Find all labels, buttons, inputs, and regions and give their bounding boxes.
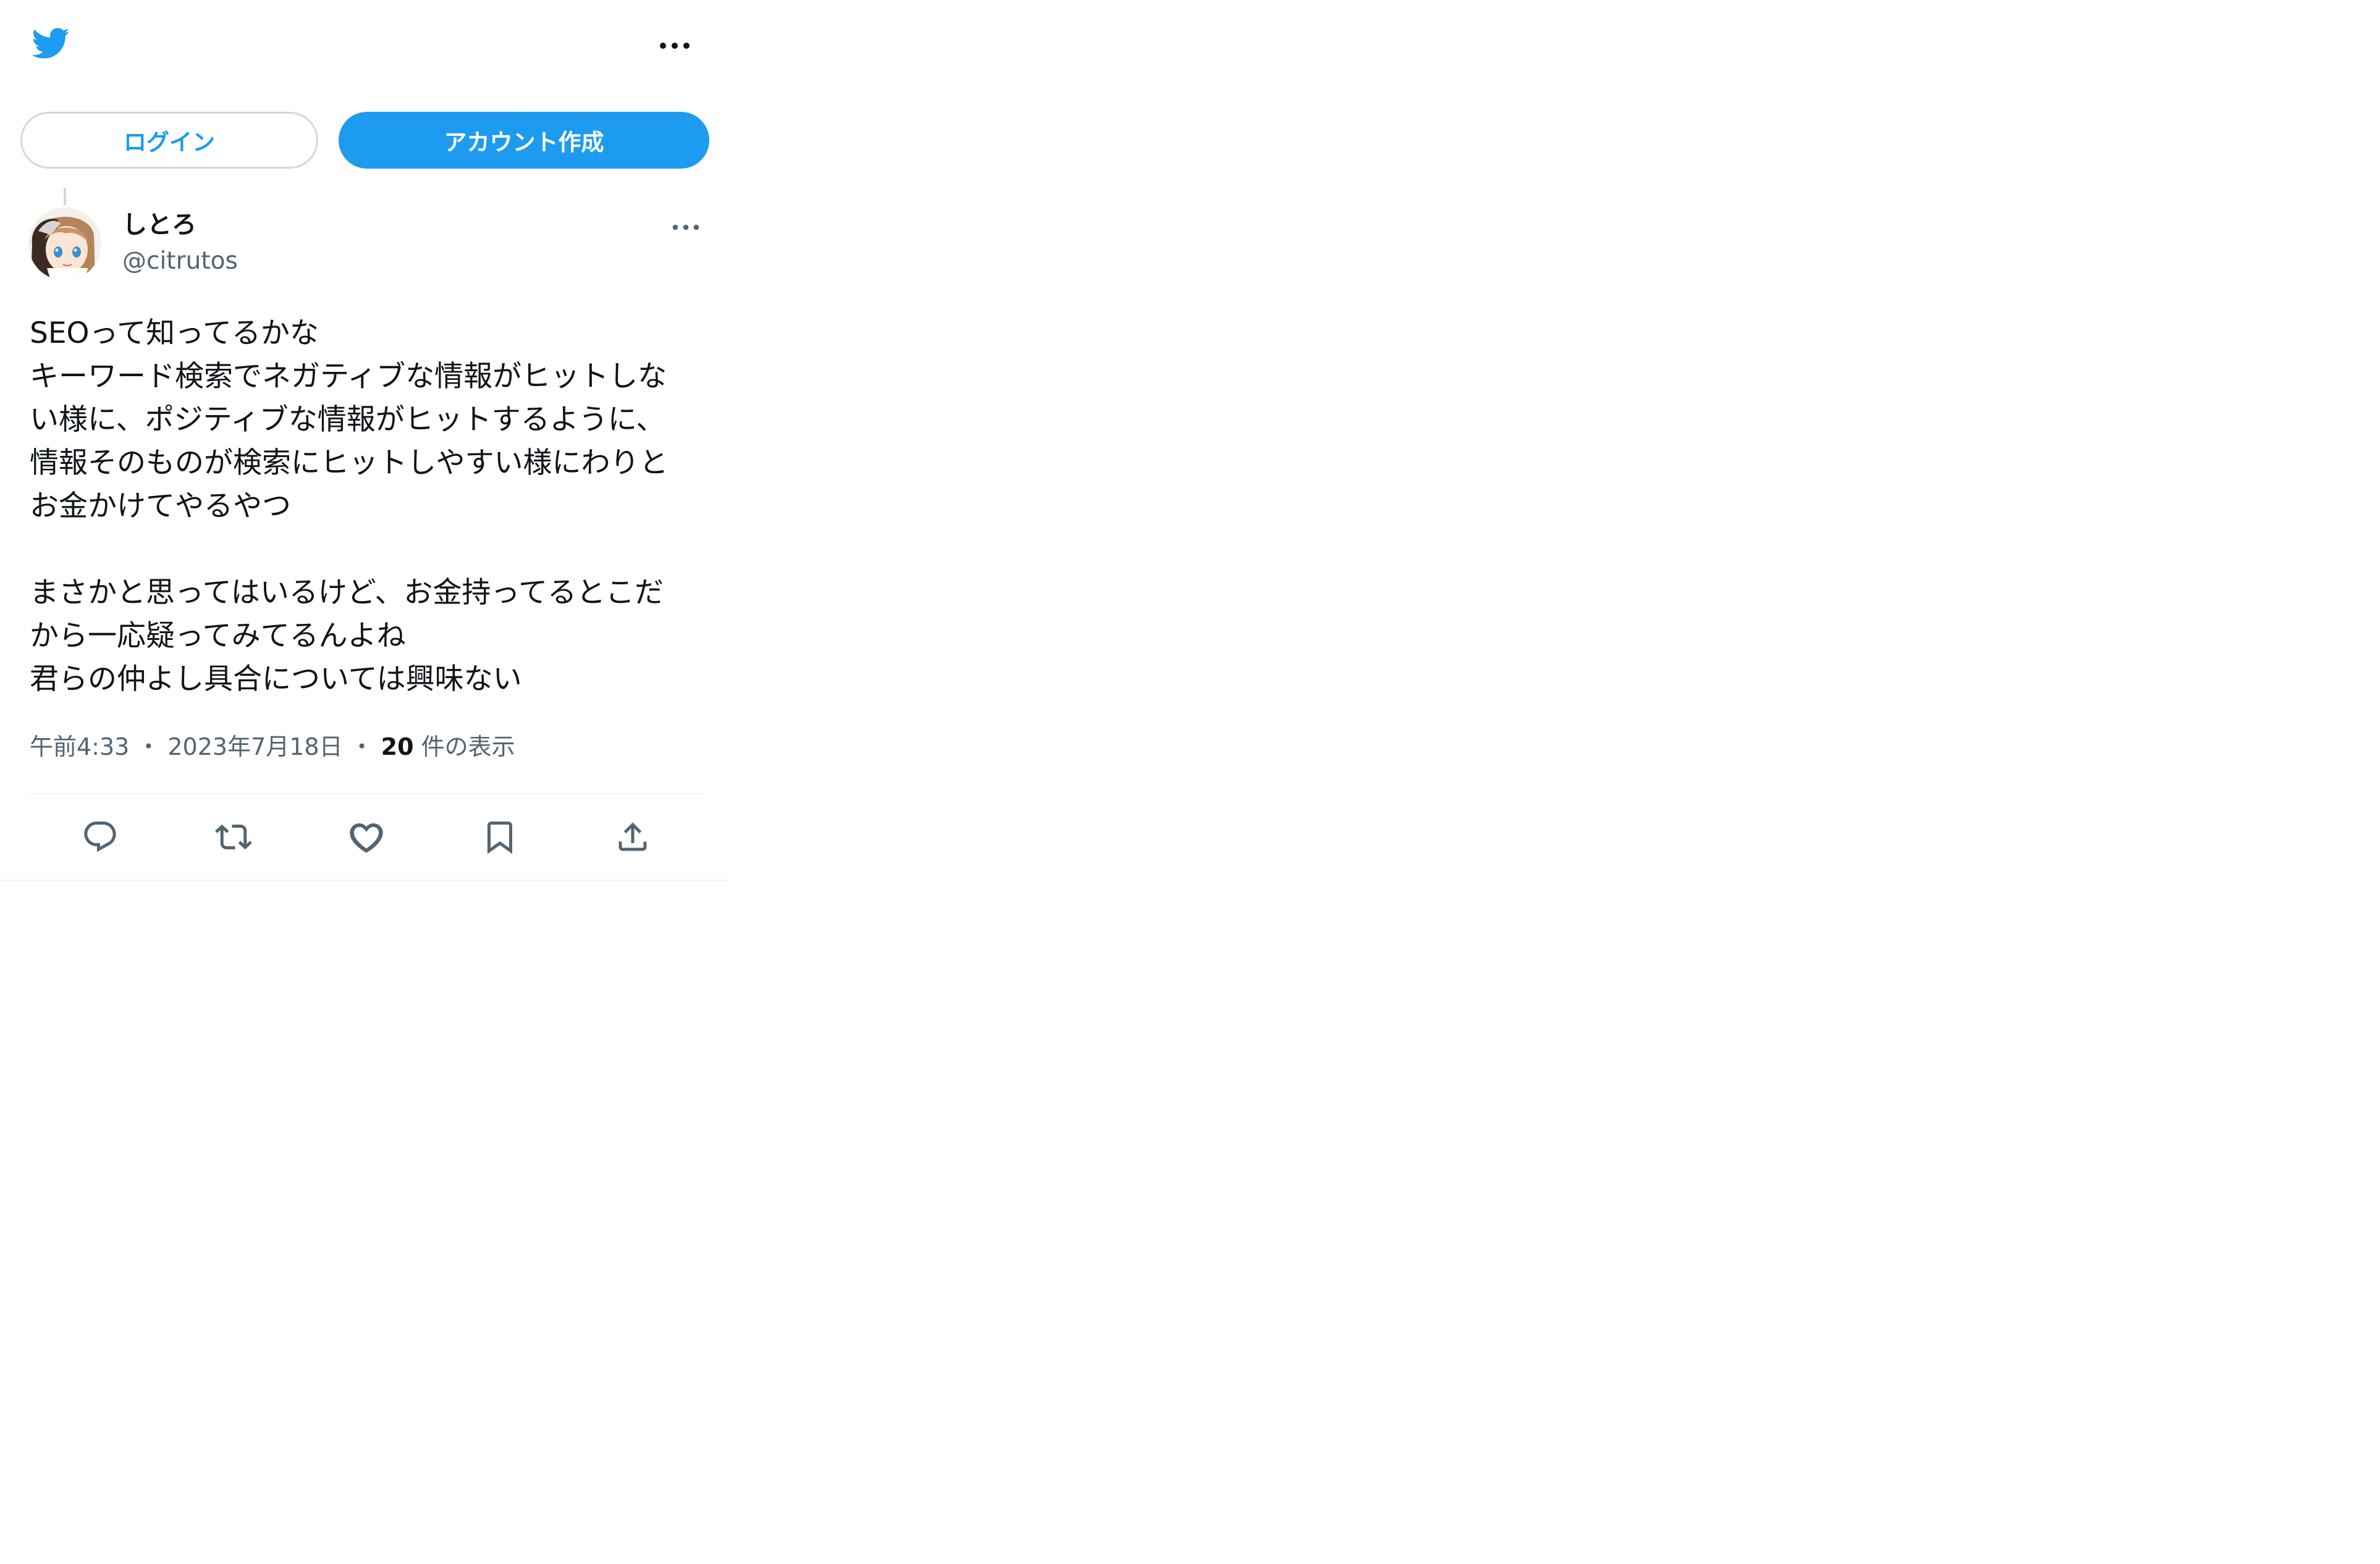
- heart-icon[interactable]: [339, 809, 394, 865]
- tweet-text-line: 君らの仲よし具合については興味ない: [30, 662, 522, 696]
- tweet-text-blank-line: [30, 528, 715, 571]
- user-handle[interactable]: @citrutos: [122, 244, 238, 279]
- share-icon[interactable]: [605, 809, 660, 865]
- tweet-text-line: SEOって知ってるかな: [30, 316, 319, 350]
- thread-connector-line: [64, 188, 66, 205]
- actions-divider: [30, 793, 703, 794]
- tweet-text-line: から一応疑ってみてるんよね: [30, 619, 406, 653]
- meta-separator: ・: [137, 733, 161, 760]
- user-display-name[interactable]: しとろ: [122, 208, 196, 242]
- tweet-date[interactable]: 2023年7月18日: [167, 733, 342, 760]
- tweet-metadata: 午前4:33 ・ 2023年7月18日・ 20 件の表示: [30, 729, 515, 764]
- tweet-text-line: い様に、ポジティブな情報がヒットするように、: [30, 403, 665, 437]
- tweet-more-options-icon[interactable]: [670, 216, 702, 238]
- tweet-time[interactable]: 午前4:33: [30, 733, 129, 760]
- tweet-actions-bar: [30, 809, 703, 865]
- login-button[interactable]: ログイン: [20, 112, 318, 169]
- tweet-text-line: キーワード検索でネガティブな情報がヒットしな: [30, 359, 667, 393]
- tweet-text: SEOって知ってるかな キーワード検索でネガティブな情報がヒットしな い様に、ポ…: [30, 312, 715, 701]
- views-label: 件の表示: [421, 733, 515, 760]
- reply-icon[interactable]: [72, 809, 128, 865]
- views-count: 20: [381, 733, 414, 760]
- user-avatar[interactable]: [28, 208, 101, 280]
- tweet-text-line: 情報そのものが検索にヒットしやすい様にわりと: [30, 446, 669, 480]
- tweet-embed-card: ログイン アカウント作成 しとろ @citrutos SEOって知ってるかな キ…: [0, 0, 728, 881]
- meta-separator: ・: [350, 733, 374, 760]
- twitter-bird-icon[interactable]: [27, 23, 73, 63]
- more-options-icon[interactable]: [659, 35, 691, 57]
- top-bar: [0, 0, 728, 93]
- retweet-icon[interactable]: [206, 809, 261, 865]
- bookmark-icon[interactable]: [472, 809, 528, 865]
- create-account-button[interactable]: アカウント作成: [339, 112, 709, 169]
- tweet-text-line: お金かけてやるやつ: [30, 489, 291, 523]
- tweet-text-line: まさかと思ってはいるけど、お金持ってるとこだ: [30, 576, 664, 610]
